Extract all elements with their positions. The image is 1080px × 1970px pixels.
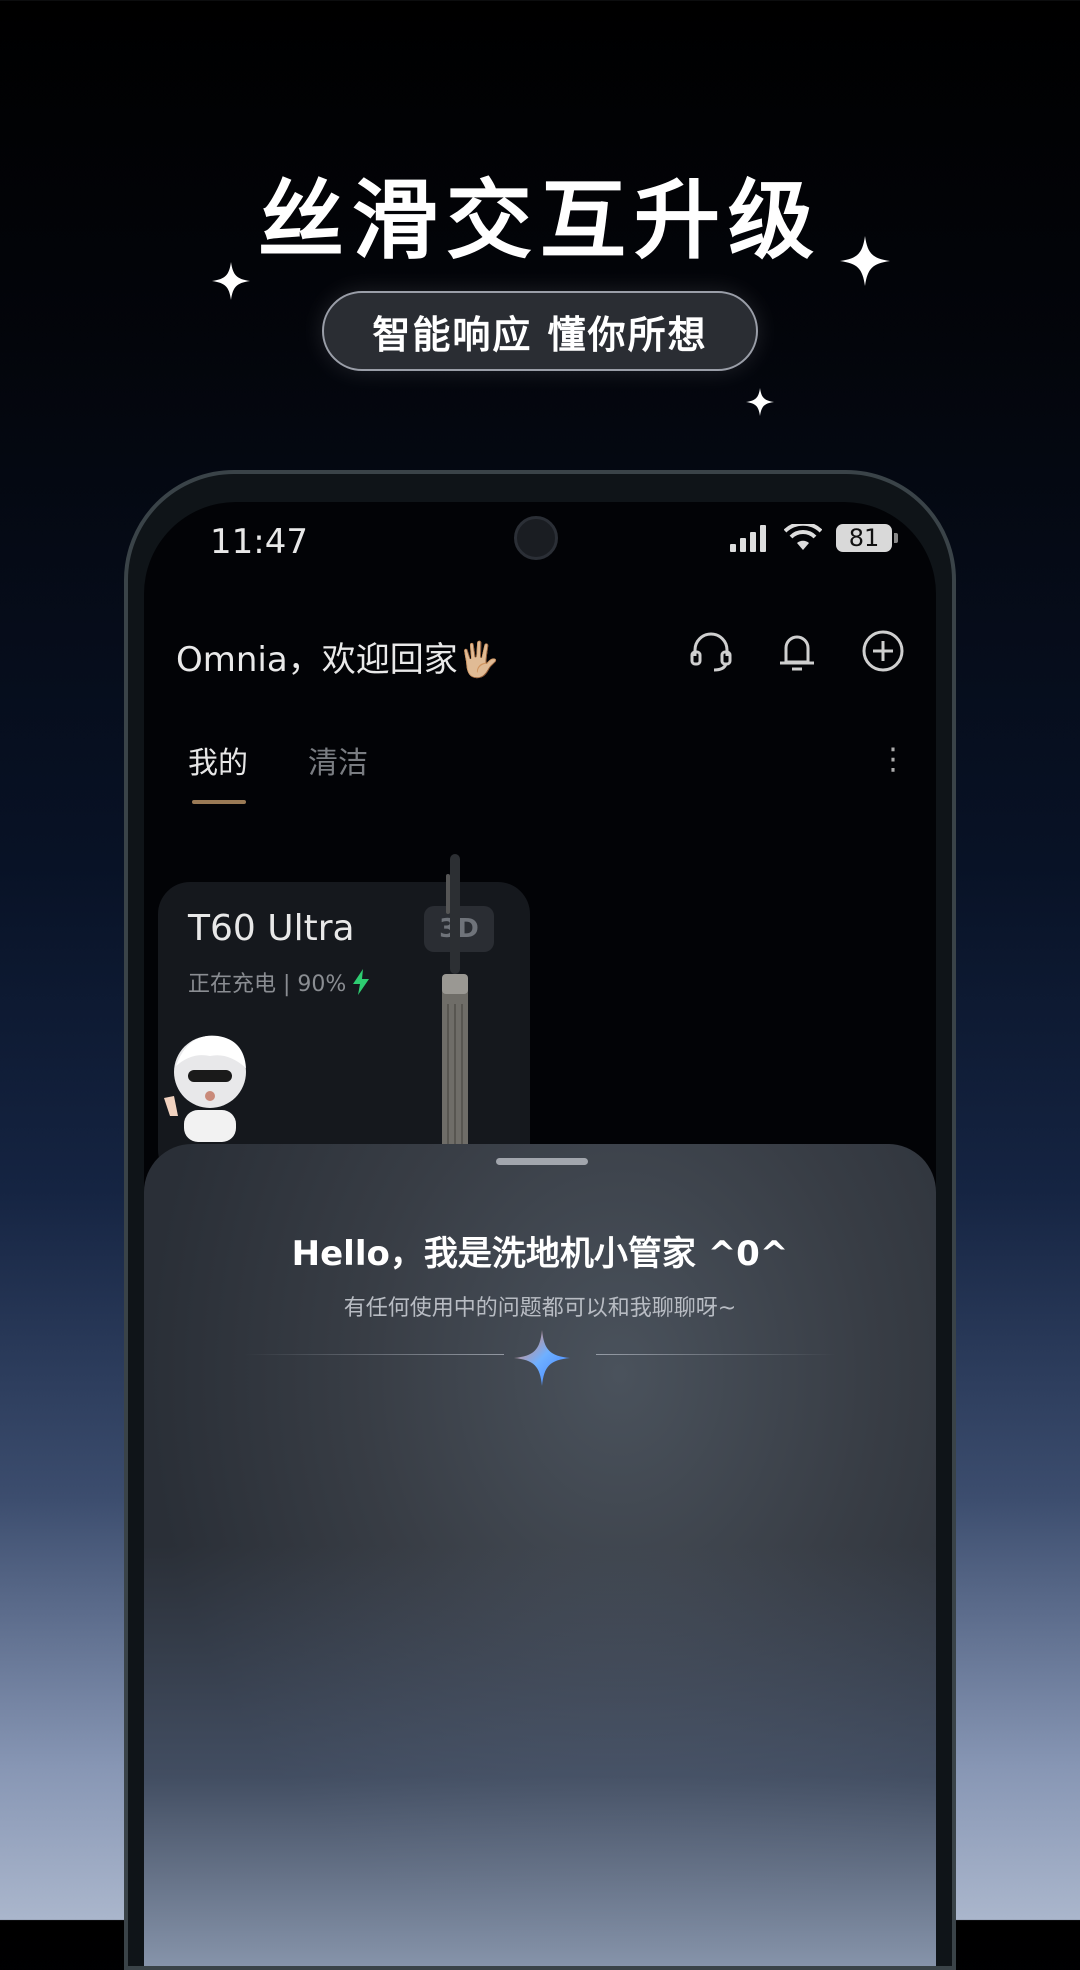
sheet-drag-handle[interactable] xyxy=(496,1158,588,1165)
assistant-subtitle: 有任何使用中的问题都可以和我聊聊呀~ xyxy=(343,1296,737,1321)
charging-bolt-icon xyxy=(353,969,370,995)
bell-icon[interactable] xyxy=(774,628,820,674)
divider-left xyxy=(244,1354,504,1355)
divider-right xyxy=(596,1354,836,1355)
headset-icon[interactable] xyxy=(688,628,734,674)
tab-mine[interactable]: 我的 xyxy=(188,738,248,804)
tab-bar: 我的 清洁 xyxy=(188,738,368,804)
ai-sparkle-icon xyxy=(514,1330,570,1386)
phone-screen: 11:47 81 Omnia，欢迎回家🖐🏼 我的 清洁 ⋮ T60 Ultra … xyxy=(144,502,936,1966)
device-status: 正在充电 | 90% xyxy=(188,966,370,998)
vacuum-image xyxy=(442,854,468,1154)
welcome-text: Omnia，欢迎回家🖐🏼 xyxy=(176,640,501,680)
device-name: T60 Ultra xyxy=(188,908,355,949)
status-time: 11:47 xyxy=(210,522,308,562)
mascot-image xyxy=(164,1035,246,1142)
promo-pill: 智能响应 懂你所想 xyxy=(322,291,758,371)
phone-frame: 11:47 81 Omnia，欢迎回家🖐🏼 我的 清洁 ⋮ T60 Ultra … xyxy=(124,470,956,1970)
status-icons: 81 xyxy=(730,524,898,552)
header-actions xyxy=(688,628,906,674)
signal-icon xyxy=(730,525,766,552)
promo-pill-text: 智能响应 懂你所想 xyxy=(372,312,708,357)
sheet-gradient xyxy=(144,1546,936,1966)
add-circle-icon[interactable] xyxy=(860,628,906,674)
sparkle-icon xyxy=(840,236,890,286)
device-status-text: 正在充电 | 90% xyxy=(188,972,347,997)
more-options-icon[interactable]: ⋮ xyxy=(878,742,908,777)
tab-cleaning[interactable]: 清洁 xyxy=(308,738,368,782)
sparkle-icon xyxy=(746,388,774,416)
wifi-icon xyxy=(784,524,822,550)
promo-headline: 丝滑交互升级 xyxy=(258,171,822,271)
assistant-greeting: Hello，我是洗地机小管家 ^0^ xyxy=(291,1234,789,1274)
assistant-sheet: Hello，我是洗地机小管家 ^0^ 有任何使用中的问题都可以和我聊聊呀~ xyxy=(144,1144,936,1966)
camera-hole xyxy=(514,516,558,560)
sparkle-icon xyxy=(212,262,250,300)
battery-icon: 81 xyxy=(836,524,898,552)
